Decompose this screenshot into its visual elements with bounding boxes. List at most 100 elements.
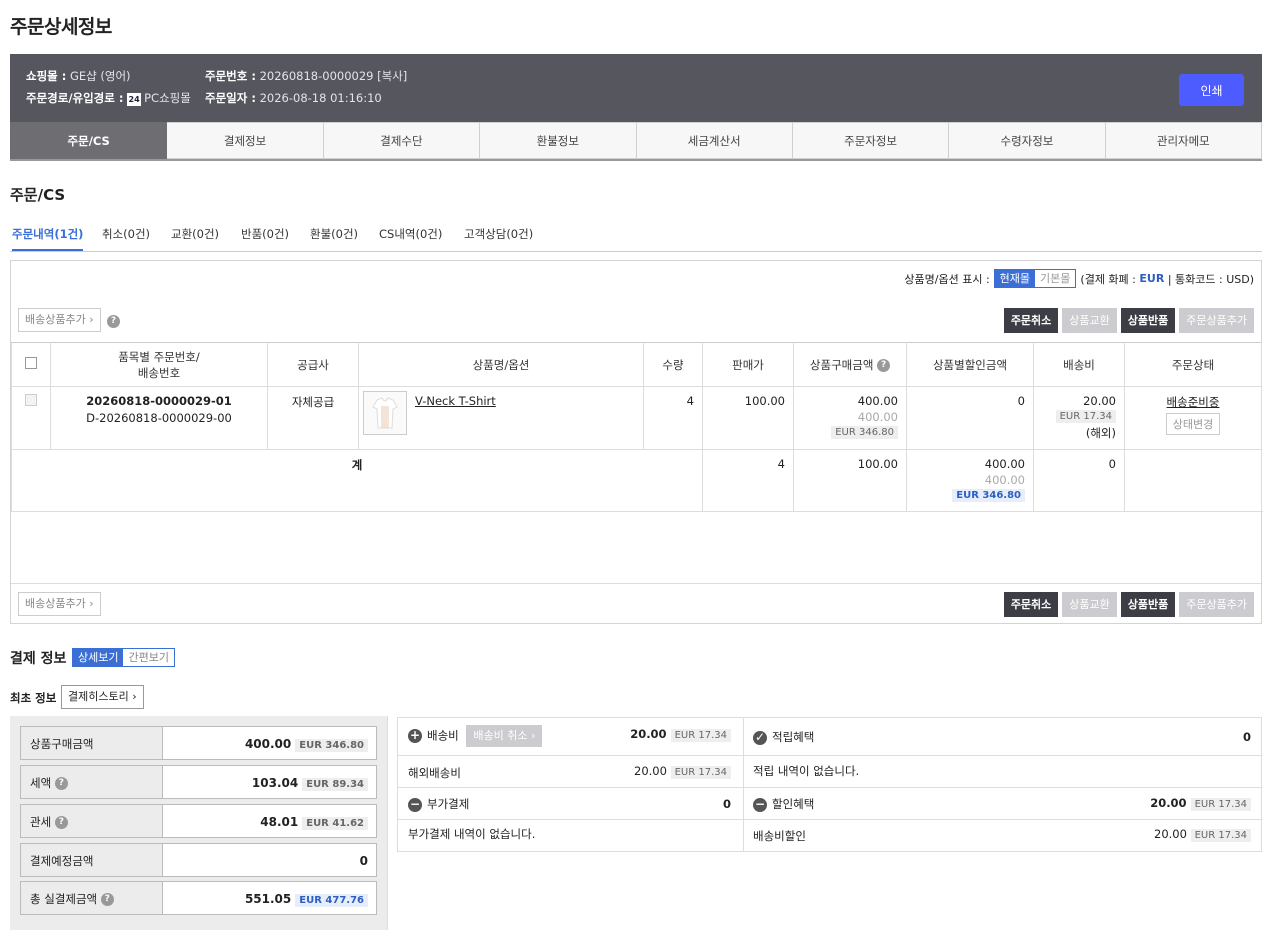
product-thumbnail[interactable] (363, 391, 407, 435)
supplier-cell: 자체공급 (267, 386, 359, 450)
tab-admin-memo[interactable]: 관리자메모 (1105, 122, 1262, 159)
tab-recipient-info[interactable]: 수령자정보 (949, 122, 1106, 159)
minus-icon: − (408, 796, 422, 812)
order-no-cell: 20260818-0000029-01 D-20260818-0000029-0… (50, 386, 268, 450)
tab-payment-method[interactable]: 결제수단 (323, 122, 481, 159)
route-value: PC쇼핑몰 (144, 91, 191, 105)
subtab-order-history[interactable]: 주문내역(1건) (12, 226, 84, 251)
summary-eur: EUR 346.80 (295, 739, 368, 752)
qty-cell: 4 (643, 386, 703, 450)
tab-order-cs[interactable]: 주문/CS (10, 122, 168, 159)
status-link[interactable]: 배송준비중 (1125, 394, 1261, 410)
total-amount-eur: EUR 346.80 (952, 489, 1025, 502)
summary-label-text: 총 실결제금액 (30, 892, 98, 906)
order-date-info: 주문일자 : 2026-08-18 01:16:10 (205, 90, 382, 106)
shipping-cancel-button[interactable]: 배송비 취소 › (466, 725, 543, 747)
summary-row: 상품구매금액 400.00 EUR 346.80 (20, 726, 377, 760)
total-label: 계 (11, 449, 703, 512)
help-icon[interactable]: ? (54, 777, 68, 790)
shipping-note: (해외) (1085, 426, 1116, 440)
help-icon[interactable]: ? (54, 816, 68, 829)
section-title: 주문/CS (10, 186, 66, 204)
subtab-cancel[interactable]: 취소(0건) (102, 226, 150, 242)
summary-label: 총 실결제금액 ? (21, 882, 163, 914)
add-order-item-button[interactable]: 주문상품추가 (1179, 592, 1254, 617)
help-icon[interactable]: ? (107, 315, 120, 328)
pc-24-icon: 24 (127, 93, 142, 106)
subtab-consultation[interactable]: 고객상담(0건) (464, 226, 533, 242)
simple-view-button[interactable]: 간편보기 (123, 649, 174, 666)
return-button[interactable]: 상품반품 (1120, 592, 1176, 617)
shipping-fee-amount: 20.00 (630, 727, 667, 741)
header-product: 상품명/옵션 (358, 342, 644, 387)
total-price: 100.00 (793, 449, 907, 512)
row-checkbox[interactable] (25, 394, 37, 406)
exchange-button[interactable]: 상품교환 (1062, 308, 1117, 333)
product-link[interactable]: V-Neck T-Shirt (415, 394, 496, 408)
price-cell: 100.00 (702, 386, 794, 450)
plus-icon: + (408, 728, 422, 743)
total-amount-cell: 400.00 400.00 EUR 346.80 (906, 449, 1034, 512)
currency-value: EUR (1139, 272, 1165, 285)
shipping-fee-eur: EUR 17.34 (670, 729, 731, 742)
subtab-refund[interactable]: 환불(0건) (310, 226, 358, 242)
cancel-order-button[interactable]: 주문취소 (1003, 592, 1059, 617)
return-button[interactable]: 상품반품 (1120, 308, 1176, 333)
add-delivery-button-top[interactable]: 배송상품추가 › (18, 308, 101, 332)
currency-prefix: (결제 화폐 : (1080, 272, 1136, 286)
overseas-shipping-label: 해외배송비 (408, 766, 461, 780)
select-all-checkbox[interactable] (25, 356, 37, 369)
cancel-order-button[interactable]: 주문취소 (1003, 308, 1059, 333)
product-cell: V-Neck T-Shirt (358, 386, 644, 450)
subtab-return[interactable]: 반품(0건) (241, 226, 289, 242)
payment-view-toggle: 상세보기 간편보기 (72, 648, 175, 667)
order-number-value[interactable]: 20260818-0000029 [복사] (260, 69, 408, 83)
amount-eur: EUR 346.80 (831, 426, 898, 439)
select-all-header (11, 342, 51, 387)
order-box: 상품명/옵션 표시 : 현재몰 기본몰 (결제 화폐 : EUR | 통화코드 … (10, 260, 1262, 624)
shipping-discount-amount: 20.00 (1154, 827, 1187, 841)
total-empty (1124, 449, 1262, 512)
payment-history-button[interactable]: 결제히스토리 › (61, 685, 144, 709)
discount-benefit-text: 할인혜택 (772, 797, 815, 811)
toggle-current-mall[interactable]: 현재몰 (994, 270, 1036, 287)
extra-payment-empty: 부가결제 내역이 없습니다. (408, 827, 536, 841)
divider (398, 755, 1261, 756)
status-change-button[interactable]: 상태변경 (1165, 413, 1221, 435)
summary-value: 400.00 EUR 346.80 (163, 727, 376, 759)
header-status: 주문상태 (1124, 342, 1262, 387)
tab-tax-invoice[interactable]: 세금계산서 (636, 122, 793, 159)
item-order-no: 20260818-0000029-01 (86, 394, 232, 408)
add-order-item-button[interactable]: 주문상품추가 (1179, 308, 1254, 333)
divider (11, 583, 1261, 584)
payment-summary: 상품구매금액 400.00 EUR 346.80 세액 ? 103.04 EUR 8… (10, 716, 388, 930)
print-button[interactable]: 인쇄 (1179, 74, 1244, 106)
summary-value: 103.04 EUR 89.34 (163, 766, 376, 798)
help-icon[interactable]: ? (877, 358, 891, 372)
route-label: 주문경로/유입경로 : (26, 91, 124, 105)
subtab-cs-history[interactable]: CS내역(0건) (379, 226, 442, 242)
page-title: 주문상세정보 (10, 16, 112, 38)
detail-view-button[interactable]: 상세보기 (73, 649, 124, 666)
exchange-button[interactable]: 상품교환 (1062, 592, 1117, 617)
summary-label: 세액 ? (21, 766, 163, 798)
tab-refund-info[interactable]: 환불정보 (480, 122, 637, 159)
summary-label: 관세 ? (21, 805, 163, 837)
mall-info: 쇼핑몰 : GE샵 (영어) (26, 68, 131, 84)
help-icon[interactable]: ? (100, 893, 114, 906)
discount-benefit-eur: EUR 17.34 (1190, 798, 1251, 811)
tab-orderer-info[interactable]: 주문자정보 (792, 122, 950, 159)
tab-payment-info[interactable]: 결제정보 (167, 122, 324, 159)
header-supplier: 공급사 (267, 342, 359, 387)
mall-toggle: 현재몰 기본몰 (993, 269, 1077, 288)
subtab-exchange[interactable]: 교환(0건) (171, 226, 219, 242)
delivery-no: D-20260818-0000029-00 (86, 411, 232, 425)
amount-sub-value: 400.00 (857, 410, 898, 424)
summary-row: 총 실결제금액 ? 551.05 EUR 477.76 (20, 881, 377, 915)
toggle-default-mall[interactable]: 기본몰 (1035, 270, 1076, 287)
points-label: ✓ 적립혜택 (753, 729, 814, 745)
add-delivery-label: 배송상품추가 (25, 597, 86, 610)
summary-eur: EUR 41.62 (302, 817, 368, 830)
minus-icon: − (753, 796, 767, 812)
add-delivery-button-bottom[interactable]: 배송상품추가 › (18, 592, 101, 616)
